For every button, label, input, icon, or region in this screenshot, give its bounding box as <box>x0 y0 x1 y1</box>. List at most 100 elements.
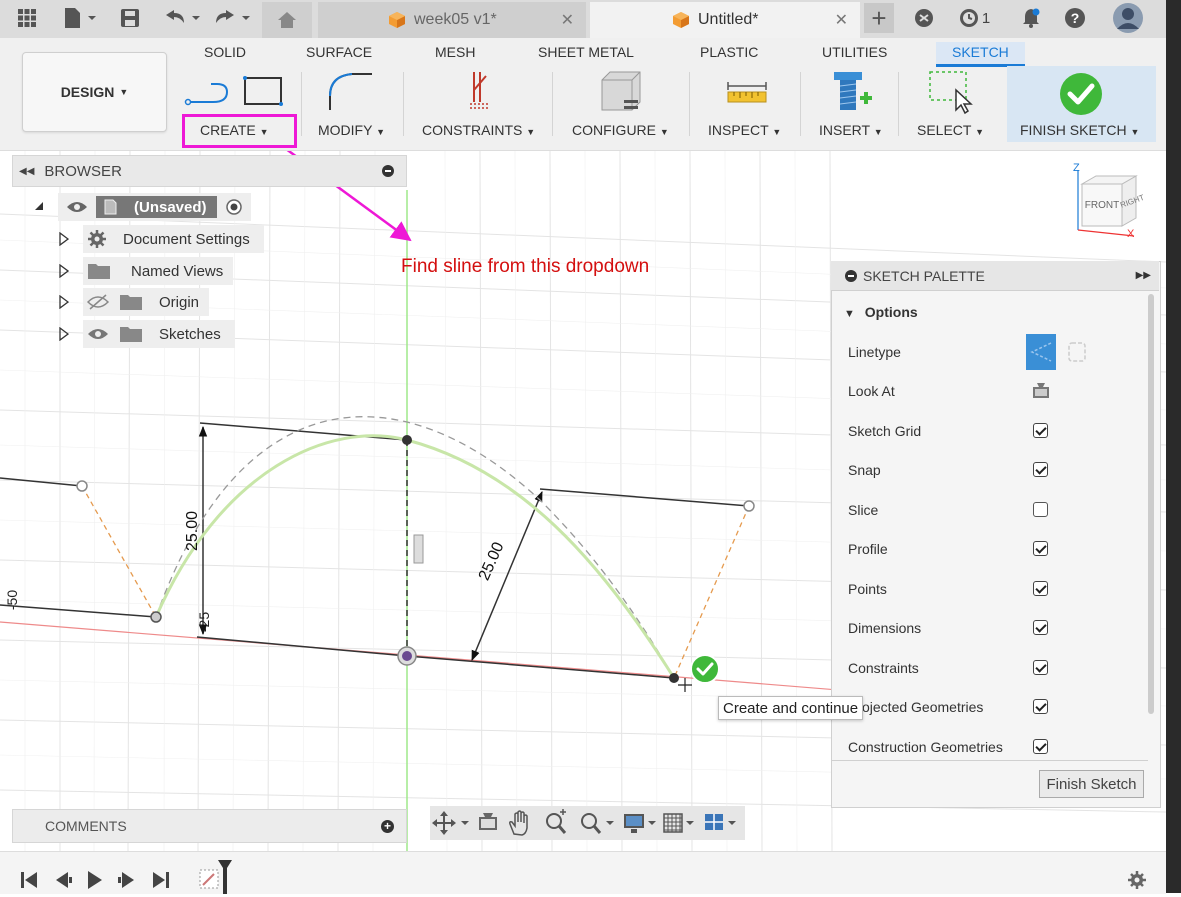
home-tab[interactable] <box>262 2 312 38</box>
dimension-label[interactable]: 25.00 <box>170 511 216 551</box>
job-status[interactable]: 1 <box>954 6 994 30</box>
pan-hand-icon[interactable] <box>509 810 528 836</box>
design-workspace-button[interactable]: DESIGN ▼ <box>22 52 167 132</box>
divider <box>898 72 899 136</box>
browser-header[interactable]: ◀◀ BROWSER <box>12 155 407 187</box>
grid-settings-icon[interactable] <box>663 813 694 833</box>
grid-apps-icon[interactable] <box>14 6 40 30</box>
minimize-icon[interactable] <box>845 269 857 282</box>
inspect-dropdown-label[interactable]: INSPECT ▼ <box>708 122 781 138</box>
dimensions-checkbox[interactable] <box>1033 620 1048 635</box>
chevron-down-icon: ▼ <box>119 87 129 97</box>
redo-icon[interactable] <box>212 6 256 30</box>
display-settings-icon[interactable] <box>624 814 656 833</box>
go-to-start-icon[interactable] <box>21 872 37 888</box>
tree-item-named-views[interactable]: Named Views <box>59 257 234 285</box>
snap-checkbox[interactable] <box>1033 462 1048 477</box>
step-forward-icon[interactable] <box>118 872 134 888</box>
root-node[interactable]: (Unsaved) <box>58 193 251 221</box>
tab-label: Untitled* <box>698 11 759 28</box>
palette-scrollbar[interactable] <box>1148 294 1154 714</box>
control-point[interactable] <box>76 480 88 492</box>
timeline-marker[interactable] <box>218 860 232 894</box>
tab-sketch[interactable]: SKETCH <box>936 42 1025 67</box>
sketch-feature-icon[interactable] <box>199 869 219 889</box>
sketch-grid-checkbox[interactable] <box>1033 423 1048 438</box>
tree-root[interactable]: (Unsaved) <box>34 193 251 221</box>
collapsed-triangle-icon[interactable] <box>59 327 69 341</box>
step-back-icon[interactable] <box>56 872 72 888</box>
extensions-icon[interactable] <box>912 6 936 30</box>
cube-icon <box>389 12 405 28</box>
modify-dropdown-label[interactable]: MODIFY ▼ <box>318 122 385 138</box>
add-comment-icon[interactable]: + <box>381 819 394 833</box>
finish-sketch-button[interactable]: Finish Sketch <box>1039 770 1144 798</box>
collapsed-triangle-icon[interactable] <box>59 295 69 309</box>
comments-panel[interactable]: COMMENTS + <box>12 809 407 843</box>
finish-sketch-group[interactable]: FINISH SKETCH ▼ <box>1007 66 1156 142</box>
constraints-checkbox[interactable] <box>1033 660 1048 675</box>
timeline-settings-gear-icon[interactable] <box>1128 871 1146 889</box>
new-tab-plus-icon[interactable]: + <box>864 3 894 33</box>
notifications-bell-icon[interactable] <box>1018 6 1044 30</box>
control-point[interactable] <box>402 435 412 445</box>
sketch-palette-header[interactable]: SKETCH PALETTE ▶▶ <box>831 261 1159 291</box>
tree-item-origin[interactable]: Origin <box>59 288 210 316</box>
minimize-icon[interactable] <box>382 165 394 177</box>
construction-linetype-button[interactable] <box>1026 334 1056 370</box>
collapsed-triangle-icon[interactable] <box>59 264 69 278</box>
user-avatar[interactable] <box>1112 2 1144 34</box>
view-cube-front[interactable]: FRONT <box>1082 200 1122 211</box>
help-icon[interactable]: ? <box>1062 6 1088 30</box>
eye-hidden-icon[interactable] <box>87 294 109 310</box>
slice-checkbox[interactable] <box>1033 502 1048 517</box>
expanded-triangle-icon[interactable] <box>34 200 44 214</box>
orbit-icon[interactable] <box>432 811 469 835</box>
collapse-left-icon[interactable]: ◀◀ <box>19 166 34 177</box>
tab-week05[interactable]: week05 v1* ✕ <box>318 2 586 38</box>
create-and-continue-button[interactable] <box>690 654 720 687</box>
tab-mesh[interactable]: MESH <box>435 42 475 64</box>
insert-dropdown-label[interactable]: INSERT ▼ <box>819 122 883 138</box>
save-icon[interactable] <box>117 6 143 30</box>
centerline-linetype-button[interactable] <box>1066 340 1088 367</box>
projected-geometries-checkbox[interactable] <box>1033 699 1048 714</box>
look-at-button[interactable] <box>1031 382 1051 403</box>
eye-icon[interactable] <box>66 199 88 215</box>
construction-geometries-checkbox[interactable] <box>1033 739 1048 754</box>
undo-icon[interactable] <box>160 6 204 30</box>
active-radio-icon[interactable] <box>225 198 243 216</box>
close-tab-icon[interactable]: ✕ <box>835 10 848 30</box>
zoom-icon[interactable] <box>546 809 567 834</box>
tree-item-document-settings[interactable]: Document Settings <box>59 225 264 253</box>
go-to-end-icon[interactable] <box>153 872 169 888</box>
tab-untitled[interactable]: Untitled* ✕ <box>590 2 860 38</box>
view-cube[interactable]: FRONT RIGHT Z X <box>1066 162 1146 242</box>
constraint-glyph-icon[interactable] <box>413 534 424 564</box>
look-at-icon[interactable] <box>479 813 497 830</box>
play-icon[interactable] <box>88 871 102 889</box>
profile-checkbox[interactable] <box>1033 541 1048 556</box>
constraints-dropdown-label[interactable]: CONSTRAINTS ▼ <box>422 122 535 138</box>
viewports-icon[interactable] <box>705 814 736 830</box>
points-checkbox[interactable] <box>1033 581 1048 596</box>
tab-utilities[interactable]: UTILITIES <box>822 42 887 64</box>
file-menu-icon[interactable] <box>60 6 100 30</box>
select-dropdown-label[interactable]: SELECT ▼ <box>917 122 984 138</box>
tab-solid[interactable]: SOLID <box>204 42 246 64</box>
tab-surface[interactable]: SURFACE <box>306 42 372 64</box>
control-point[interactable] <box>150 611 162 623</box>
collapsed-triangle-icon[interactable] <box>59 232 69 246</box>
tab-sheet-metal[interactable]: SHEET METAL <box>538 42 634 64</box>
close-tab-icon[interactable]: ✕ <box>561 10 574 30</box>
control-point[interactable] <box>743 500 755 512</box>
configure-dropdown-label[interactable]: CONFIGURE ▼ <box>572 122 669 138</box>
eye-icon[interactable] <box>87 326 109 342</box>
tree-item-sketches[interactable]: Sketches <box>59 320 235 348</box>
control-point[interactable] <box>669 673 679 683</box>
palette-title: SKETCH PALETTE <box>863 267 985 284</box>
fit-zoom-icon[interactable] <box>581 813 614 834</box>
options-section-header[interactable]: ▼ Options <box>844 304 918 320</box>
tab-plastic[interactable]: PLASTIC <box>700 42 758 64</box>
expand-right-icon[interactable]: ▶▶ <box>1136 270 1151 281</box>
